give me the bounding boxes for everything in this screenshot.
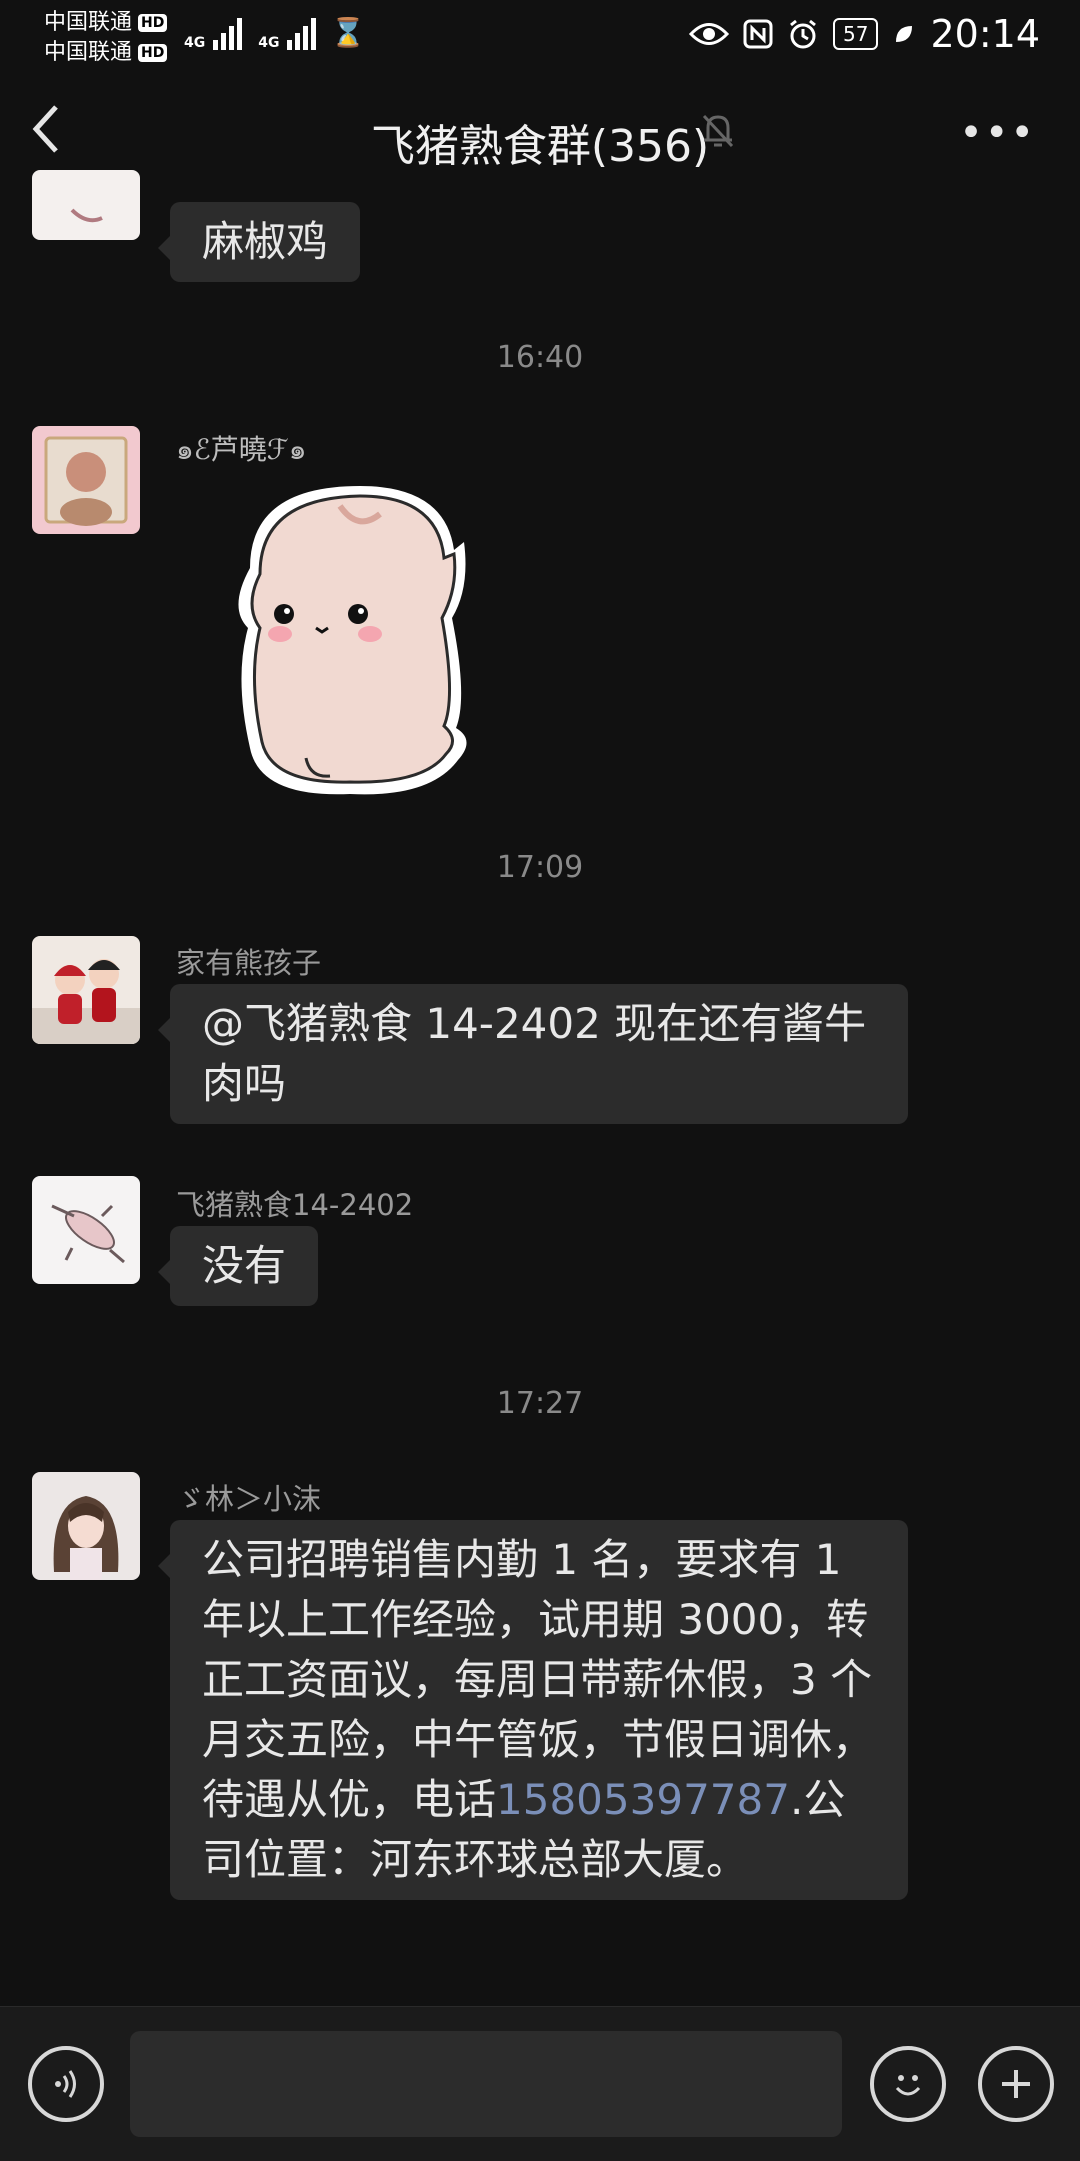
status-icons: 57 20:14 (689, 12, 1040, 56)
leaf-icon (896, 26, 913, 42)
chat-header: 飞猪熟食群(356) ••• (0, 82, 1080, 192)
status-bar: 中国联通 HD 中国联通 HD 4G 4G ⌛ 57 20:14 (0, 0, 1080, 72)
message-input[interactable] (130, 2031, 842, 2137)
timestamp: 17:09 (496, 850, 584, 885)
hd-badge: HD (138, 14, 168, 32)
timestamp: 16:40 (496, 340, 584, 375)
message-bubble[interactable]: 麻椒鸡 (157, 202, 361, 282)
add-button[interactable] (978, 2046, 1054, 2122)
avatar[interactable] (32, 170, 140, 240)
avatar[interactable] (32, 426, 140, 534)
message-bubble[interactable]: 公司招聘销售内勤 1 名，要求有 1 年以上工作经验，试用期 3000，转正工资… (158, 1520, 908, 1900)
mute-bell-icon (700, 112, 736, 159)
avatar[interactable] (32, 1472, 140, 1580)
voice-icon (55, 2070, 76, 2098)
signal-icon (213, 16, 243, 50)
cat-sticker[interactable] (220, 478, 480, 798)
timestamp: 17:27 (496, 1386, 584, 1421)
avatar[interactable] (32, 1176, 140, 1284)
sender-name: 飞猪熟食14-2402 (176, 1188, 414, 1222)
hourglass-icon: ⌛ (330, 16, 366, 49)
plus-icon (1002, 2070, 1030, 2098)
group-title: 飞猪熟食群(356) (370, 121, 710, 172)
sender-name: ๑ℰ芦曉ℱ๑ (176, 433, 307, 466)
voice-button[interactable] (28, 2046, 104, 2122)
more-options-button[interactable]: ••• (959, 110, 1036, 156)
emoji-button[interactable] (870, 2046, 946, 2122)
alarm-icon (790, 19, 816, 49)
phone-number-link[interactable]: 15805397787 (496, 1775, 790, 1824)
signal-icon (287, 16, 317, 50)
smiley-icon (895, 2075, 921, 2096)
hd-badge: HD (138, 44, 168, 62)
avatar[interactable] (32, 936, 140, 1044)
message-bubble[interactable]: 没有 (157, 1226, 319, 1306)
eye-icon (689, 23, 730, 45)
network-type: 4G (184, 35, 206, 51)
battery-icon: 57 (833, 18, 879, 50)
carrier-name: 中国联通 (44, 10, 133, 35)
carrier-name: 中国联通 (44, 40, 133, 65)
sender-name: 家有熊孩子 (176, 946, 322, 980)
signal-indicators: 4G 4G ⌛ (184, 16, 365, 50)
network-type: 4G (258, 35, 280, 51)
message-bubble[interactable]: @飞猪熟食 14-2402 现在还有酱牛肉吗 (158, 984, 908, 1124)
carrier-info: 中国联通 HD 中国联通 HD (44, 8, 168, 68)
nfc-icon (743, 19, 773, 49)
sender-name: ゞ林＞小沫 (176, 1482, 322, 1516)
clock: 20:14 (930, 12, 1040, 56)
input-bar (0, 2006, 1080, 2161)
